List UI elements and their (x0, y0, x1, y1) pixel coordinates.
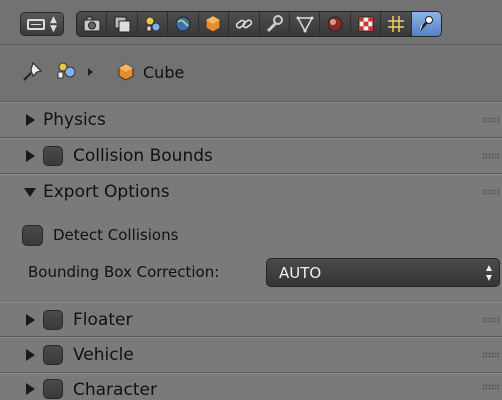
tab-world[interactable] (168, 12, 199, 36)
texture-icon (358, 16, 373, 32)
updown-arrow-icon (486, 265, 492, 281)
tab-object[interactable] (199, 12, 230, 36)
collapsed-arrow-icon (26, 383, 35, 395)
panel-character[interactable]: Character (0, 373, 502, 400)
scene-icon (57, 62, 76, 79)
detect-collisions-label[interactable]: Detect Collisions (53, 226, 178, 244)
select-value: AUTO (279, 264, 322, 282)
drag-handle-icon[interactable] (482, 153, 500, 159)
tab-render[interactable] (77, 12, 108, 36)
expanded-arrow-icon (24, 187, 36, 197)
panel-vehicle[interactable]: Vehicle (0, 337, 502, 373)
tab-modifiers[interactable] (260, 12, 290, 36)
panel-physics[interactable]: Physics (0, 102, 502, 138)
bounding-box-correction-select[interactable]: AUTO (266, 258, 500, 287)
collapsed-arrow-icon (26, 349, 35, 361)
scene-icon (145, 16, 161, 32)
properties-editor-icon (27, 19, 45, 30)
render-icon (83, 16, 101, 32)
tab-particles[interactable] (381, 12, 412, 36)
panel-title: Character (73, 379, 157, 400)
render-layers-icon (114, 16, 131, 33)
material-icon (327, 16, 343, 32)
data-icon (296, 16, 314, 33)
detect-collisions-checkbox[interactable] (22, 225, 43, 246)
drag-handle-icon[interactable] (482, 188, 500, 195)
collapsed-arrow-icon (26, 114, 35, 126)
tab-texture[interactable] (351, 12, 382, 36)
tab-scene[interactable] (138, 12, 169, 36)
editor-type-button[interactable]: ▲ ▼ (20, 12, 64, 36)
tab-data[interactable] (290, 12, 321, 36)
tab-render-layers[interactable] (107, 12, 138, 36)
tab-constraints[interactable] (229, 12, 260, 36)
panel-title: Floater (73, 309, 133, 330)
panel-export-options[interactable]: Export Options (0, 174, 502, 208)
breadcrumb-object-name: Cube (143, 63, 185, 82)
object-icon (118, 63, 134, 81)
modifiers-icon (267, 15, 284, 33)
drag-handle-icon[interactable] (482, 352, 500, 358)
panel-enable-checkbox[interactable] (43, 345, 63, 365)
tab-material[interactable] (320, 12, 351, 36)
drag-handle-icon[interactable] (482, 384, 500, 390)
drag-handle-icon[interactable] (482, 117, 500, 123)
collapsed-arrow-icon (26, 313, 35, 326)
collapsed-arrow-icon (26, 150, 35, 162)
physics-icon (419, 16, 434, 31)
constraints-icon (235, 19, 253, 29)
object-icon (205, 15, 221, 33)
properties-context-tabs (76, 11, 442, 37)
pin-icon[interactable] (20, 60, 46, 82)
panel-enable-checkbox[interactable] (43, 309, 63, 330)
panel-floater[interactable]: Floater (0, 302, 502, 337)
tab-physics[interactable] (411, 12, 442, 36)
panel-title: Physics (43, 110, 106, 130)
bounding-box-correction-label: Bounding Box Correction: (28, 263, 220, 281)
properties-header: ▲ ▼ (0, 0, 502, 45)
panel-collision-bounds[interactable]: Collision Bounds (0, 138, 502, 174)
breadcrumb-separator-icon (88, 68, 93, 76)
updown-arrow-icon: ▲ ▼ (50, 15, 57, 34)
panel-enable-checkbox[interactable] (43, 146, 63, 166)
export-options-body (0, 206, 502, 302)
drag-handle-icon[interactable] (482, 316, 500, 323)
world-icon (175, 16, 191, 32)
panel-title: Vehicle (73, 345, 134, 365)
panel-title: Collision Bounds (73, 146, 213, 166)
panel-title: Export Options (43, 181, 170, 202)
particles-icon (387, 16, 404, 32)
panel-enable-checkbox[interactable] (43, 379, 63, 399)
